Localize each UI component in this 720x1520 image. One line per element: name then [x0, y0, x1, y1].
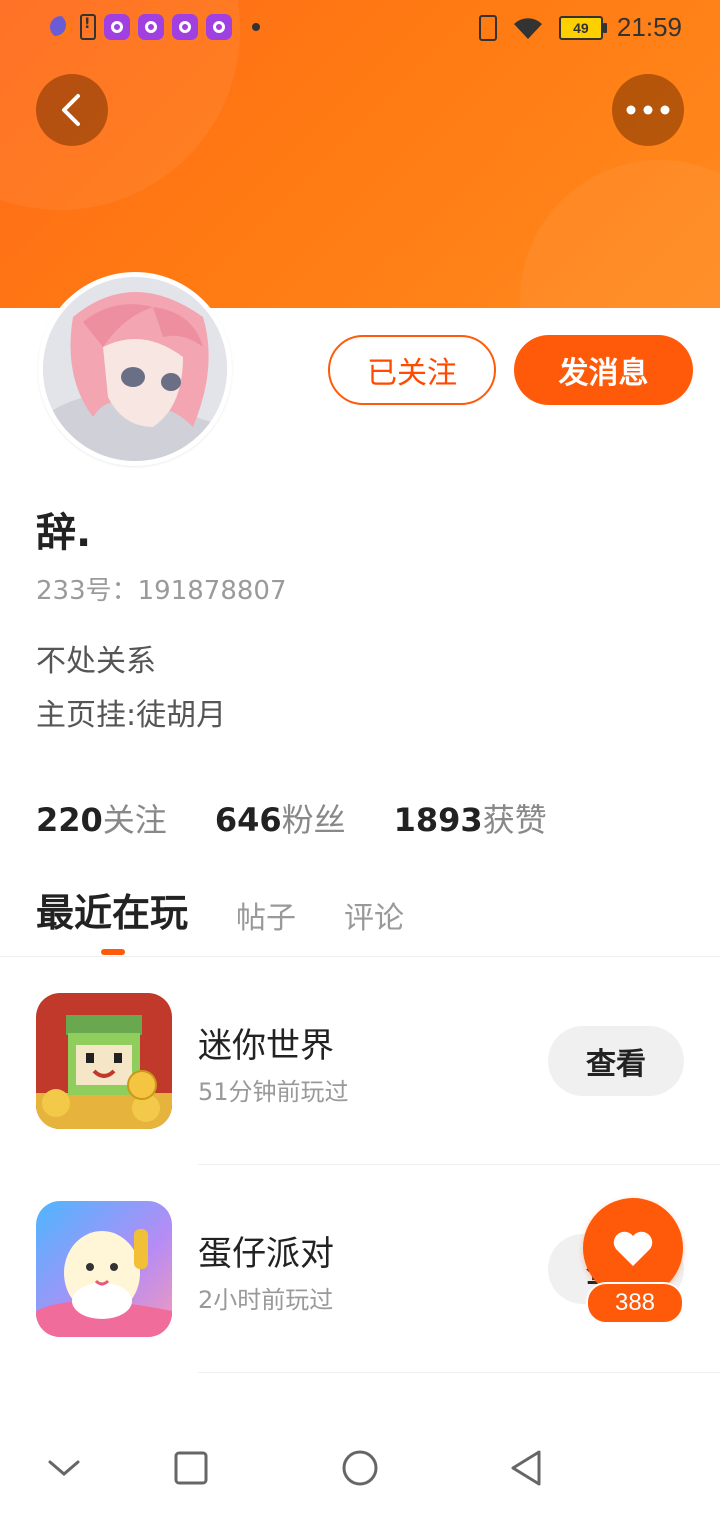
more-options-button[interactable]	[612, 74, 684, 146]
status-bar: 49 21:59	[0, 0, 720, 56]
tab-bar: 最近在玩 帖子 评论	[36, 882, 404, 937]
view-button[interactable]: 查看	[548, 1026, 684, 1096]
tab-indicator	[101, 949, 125, 955]
stat-likes[interactable]: 1893获赞	[394, 795, 547, 841]
game-play-time: 51分钟前玩过	[198, 1078, 349, 1106]
battery-icon: 49	[558, 15, 607, 40]
game-name: 迷你世界	[198, 1026, 334, 1066]
app-notification-icon	[206, 14, 232, 40]
tab-comments[interactable]: 评论	[344, 893, 404, 937]
send-message-button[interactable]: 发消息	[514, 335, 693, 405]
tab-posts[interactable]: 帖子	[236, 893, 296, 937]
clock: 21:59	[616, 12, 682, 42]
app-notification-icon	[104, 14, 130, 40]
bio-line: 不处关系	[36, 644, 156, 679]
followed-button[interactable]: 已关注	[328, 335, 496, 405]
like-count: 388	[586, 1282, 684, 1324]
back-triangle-icon[interactable]	[506, 1448, 546, 1488]
more-dots-icon	[626, 105, 670, 115]
vibrate-icon	[478, 14, 497, 41]
battery-alert-icon	[80, 14, 96, 40]
game-icon[interactable]	[36, 993, 172, 1129]
divider	[198, 1164, 720, 1165]
stat-following[interactable]: 220关注	[36, 795, 167, 841]
profile-stats: 220关注 646粉丝 1893获赞	[36, 795, 547, 841]
moon-icon	[50, 16, 72, 38]
game-play-time: 2小时前玩过	[198, 1286, 334, 1314]
game-name: 蛋仔派对	[198, 1234, 334, 1274]
divider	[0, 956, 720, 957]
user-id: 233号：191878807	[36, 576, 287, 606]
tab-recently-played[interactable]: 最近在玩	[36, 882, 188, 937]
avatar[interactable]	[38, 272, 232, 466]
home-circle-icon[interactable]	[340, 1448, 380, 1488]
bio-line: 主页挂:徒胡月	[36, 698, 227, 733]
app-notification-icon	[138, 14, 164, 40]
collapse-chevron-icon[interactable]	[44, 1448, 84, 1488]
divider	[198, 1372, 720, 1373]
username: 辞.	[36, 510, 92, 556]
list-item[interactable]: 迷你世界 51分钟前玩过 查看	[0, 958, 720, 1166]
wifi-icon	[511, 15, 545, 41]
app-notification-icon	[172, 14, 198, 40]
system-nav-bar	[0, 1414, 720, 1520]
back-button[interactable]	[36, 74, 108, 146]
game-icon[interactable]	[36, 1201, 172, 1337]
more-notifications-dot	[252, 23, 260, 31]
back-arrow-icon	[62, 94, 80, 126]
stat-fans[interactable]: 646粉丝	[215, 795, 346, 841]
heart-icon	[613, 1231, 653, 1266]
recents-square-icon[interactable]	[171, 1448, 211, 1488]
